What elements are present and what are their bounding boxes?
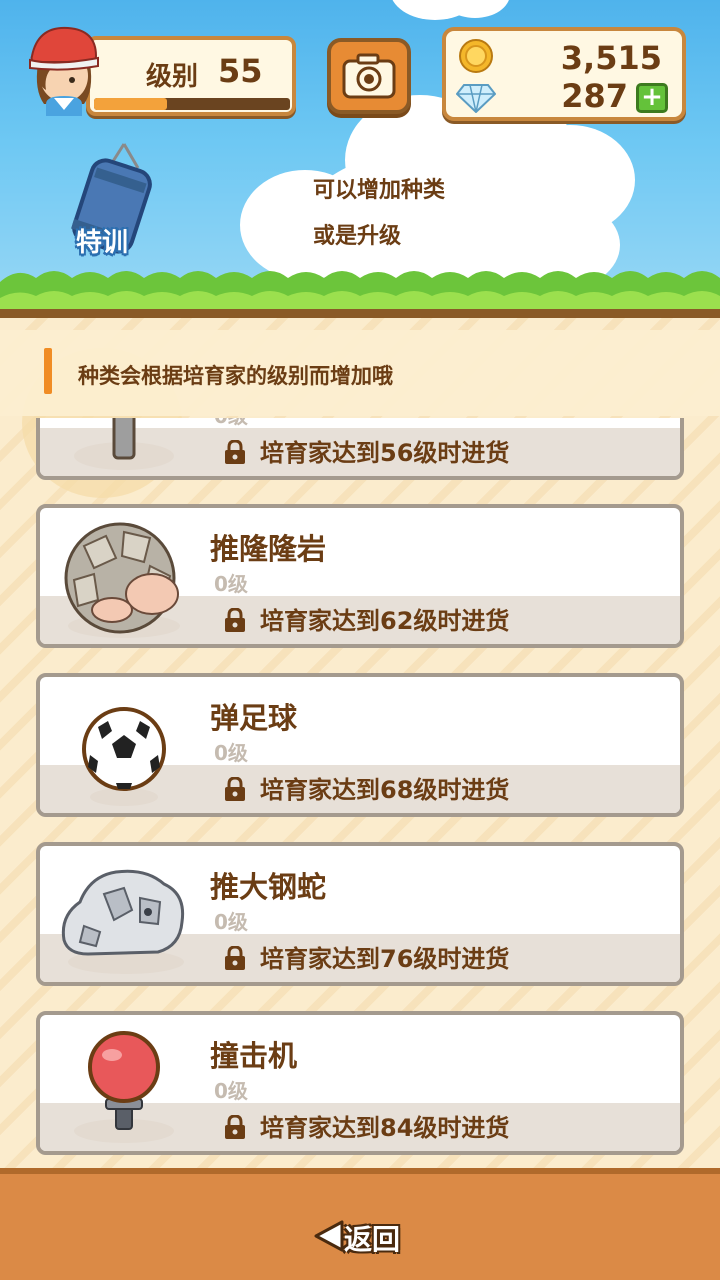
lock-icon: [225, 1115, 245, 1139]
list-item[interactable]: 弹足球 0级 培育家达到68级时进货: [36, 673, 684, 817]
list-item[interactable]: 撞击机 0级 培育家达到84级时进货: [36, 1011, 684, 1155]
list-item[interactable]: 推大钢蛇 0级 培育家达到76级时进货: [36, 842, 684, 986]
item-name: 推大钢蛇: [210, 870, 327, 904]
lock-icon: [225, 440, 245, 464]
rock-pokemon-icon: [64, 522, 180, 638]
back-arrow-icon: [314, 1220, 344, 1252]
item-requirement: 培育家达到68级时进货: [260, 776, 510, 804]
item-requirement: 培育家达到62级时进货: [260, 607, 510, 635]
footer-bar: 返回: [0, 1168, 720, 1280]
xp-bar-fill: [94, 98, 167, 110]
item-level: 0级: [214, 1079, 248, 1103]
lock-icon: [225, 946, 245, 970]
list-item[interactable]: 推隆隆岩 0级 培育家达到62级时进货: [36, 504, 684, 648]
post-icon: [74, 418, 174, 470]
item-list[interactable]: 0级 培育家达到56级时进货 推隆隆岩 0级 培育家达到62级时进货: [0, 418, 720, 1168]
item-level: 0级: [214, 910, 248, 934]
item-level: 0级: [214, 572, 248, 596]
punching-machine-icon: [74, 1031, 174, 1143]
trainer-avatar[interactable]: [24, 20, 104, 116]
trainer-level-panel: 级别 55: [86, 36, 296, 116]
item-level: 0级: [214, 741, 248, 765]
coin-count: 3,515: [560, 39, 662, 77]
steel-snake-icon: [61, 869, 185, 974]
xp-bar: [94, 98, 290, 110]
ground-strip: [0, 309, 720, 318]
lock-icon: [225, 608, 245, 632]
coin-icon: [459, 39, 493, 73]
list-item[interactable]: 0级 培育家达到56级时进货: [36, 418, 684, 480]
item-requirement: 培育家达到76级时进货: [260, 945, 510, 973]
level-label: 级别: [146, 62, 199, 92]
currency-panel: 3,515 287 +: [442, 27, 686, 121]
item-name: 推隆隆岩: [210, 532, 327, 566]
info-text: 种类会根据培育家的级别而增加哦: [78, 364, 393, 388]
training-hint-line1: 可以增加种类: [313, 178, 446, 203]
training-hint-line2: 或是升级: [313, 224, 402, 249]
item-name: 弹足球: [210, 701, 298, 735]
add-gems-button[interactable]: +: [636, 83, 668, 113]
diamond-icon: [456, 84, 496, 113]
info-banner: 种类会根据培育家的级别而增加哦: [0, 330, 720, 416]
item-name: 撞击机: [210, 1039, 298, 1073]
back-label: 返回: [344, 1223, 401, 1256]
training-label[interactable]: 特训: [76, 222, 128, 259]
item-level: 0级: [214, 418, 248, 429]
item-requirement: 培育家达到56级时进货: [260, 439, 510, 467]
lock-icon: [225, 777, 245, 801]
gem-count: 287: [561, 77, 628, 115]
level-value: 55: [218, 52, 263, 90]
back-button[interactable]: 返回: [312, 1214, 408, 1258]
camera-icon: [342, 53, 396, 99]
soccer-ball-icon: [82, 707, 166, 806]
item-requirement: 培育家达到84级时进货: [260, 1114, 510, 1142]
info-accent-mark: [44, 348, 52, 394]
camera-button[interactable]: [327, 38, 411, 114]
